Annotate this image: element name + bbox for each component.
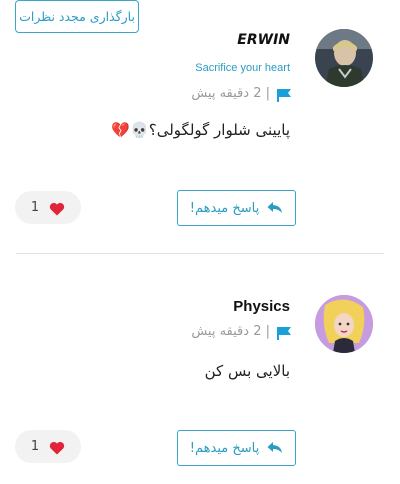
like-count: 1 — [30, 200, 40, 215]
comment-divider — [16, 253, 384, 254]
avatar[interactable] — [315, 29, 373, 87]
avatar-image-erwin — [315, 29, 373, 87]
avatar-image-physics — [315, 295, 373, 353]
heart-icon — [49, 201, 65, 215]
comment-meta: | 2 دقیقه پیش — [191, 324, 292, 340]
comment-text: پایینی شلوار گولگولی؟💀💔 — [111, 121, 290, 139]
reload-comments-button[interactable]: بارگذاری مجدد نظرات — [15, 0, 139, 33]
reply-button-label: پاسخ میدهم! — [189, 200, 260, 216]
comment-meta: | 2 دقیقه پیش — [191, 86, 292, 102]
reply-icon — [267, 441, 283, 455]
flag-icon[interactable] — [276, 325, 292, 340]
flag-icon[interactable] — [276, 87, 292, 102]
heart-icon — [49, 440, 65, 454]
reply-icon — [267, 201, 283, 215]
comment-username[interactable]: Physics — [233, 298, 290, 315]
like-button[interactable]: 1 — [15, 430, 81, 463]
comment-username[interactable]: ERWIN — [237, 32, 290, 48]
reply-button-label: پاسخ میدهم! — [189, 440, 260, 456]
comment-time: | 2 دقیقه پیش — [191, 324, 270, 339]
reply-button[interactable]: پاسخ میدهم! — [177, 190, 296, 226]
comment-time: | 2 دقیقه پیش — [191, 86, 270, 101]
comment-text: بالایی بس کن — [204, 362, 290, 380]
like-button[interactable]: 1 — [15, 191, 81, 224]
reply-button[interactable]: پاسخ میدهم! — [177, 430, 296, 466]
like-count: 1 — [30, 439, 40, 454]
avatar[interactable] — [315, 295, 373, 353]
comment-user-tagline: Sacrifice your heart — [195, 62, 290, 74]
